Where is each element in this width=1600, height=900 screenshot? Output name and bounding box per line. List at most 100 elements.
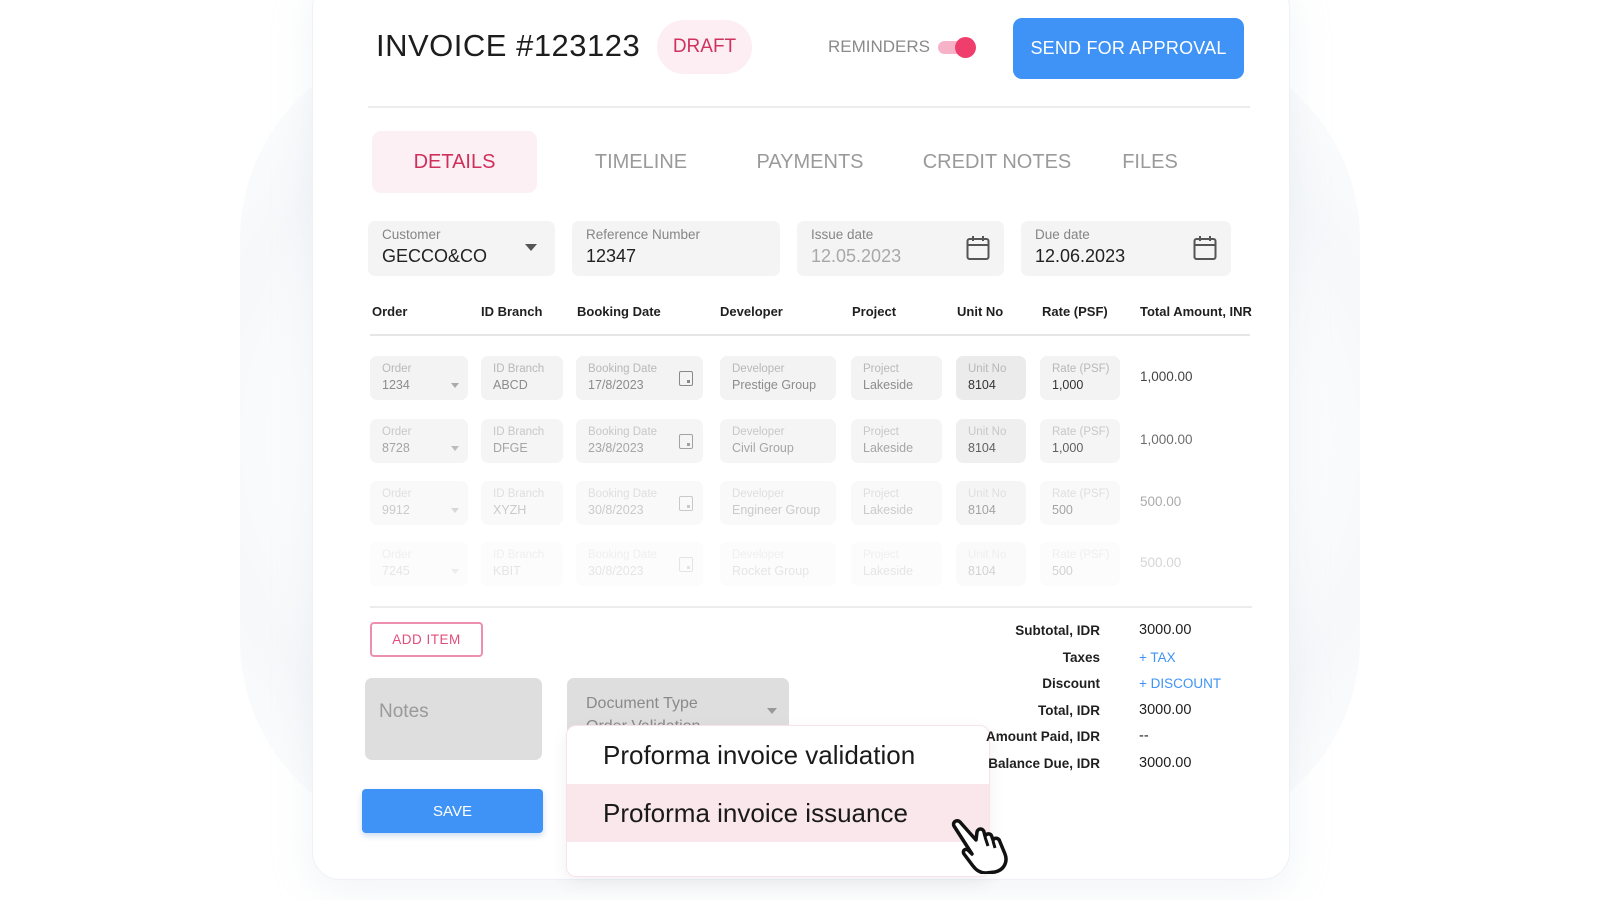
row-total-amount: 1,000.00 [1140, 432, 1193, 447]
unit-no-field[interactable]: Unit No 8104 [956, 419, 1026, 463]
cell-label: ID Branch [493, 426, 545, 438]
booking-date-field[interactable]: Booking Date 23/8/2023 [576, 419, 703, 463]
rate-field[interactable]: Rate (PSF) 500 [1040, 481, 1120, 525]
issue-date-value: 12.05.2023 [811, 246, 902, 266]
tab-credit-notes[interactable]: CREDIT NOTES [917, 131, 1077, 193]
order-select[interactable]: Order 9912 [370, 481, 468, 525]
cell-label: Order [382, 488, 412, 500]
column-header-booking-date: Booking Date [577, 304, 661, 319]
cell-value: 17/8/2023 [588, 378, 644, 392]
cell-value: 8104 [968, 564, 996, 578]
send-for-approval-button[interactable]: SEND FOR APPROVAL [1013, 18, 1244, 79]
tab-timeline[interactable]: TIMELINE [580, 131, 702, 193]
id-branch-field[interactable]: ID Branch XYZH [481, 481, 563, 525]
add-discount-link[interactable]: + DISCOUNT [1139, 676, 1221, 691]
calendar-icon[interactable] [966, 235, 990, 261]
calendar-icon[interactable] [1193, 235, 1217, 261]
tab-details[interactable]: DETAILS [372, 131, 537, 193]
amount-paid-label: Amount Paid, IDR [986, 729, 1100, 744]
cell-label: Booking Date [588, 488, 658, 500]
cell-value: 500 [1052, 503, 1073, 517]
developer-field[interactable]: Developer Prestige Group [720, 356, 836, 400]
calendar-icon[interactable] [679, 434, 693, 449]
project-field[interactable]: Project Lakeside [851, 481, 942, 525]
notes-input[interactable]: Notes [365, 678, 542, 760]
chevron-down-icon [451, 383, 459, 388]
row-total-amount: 500.00 [1140, 494, 1182, 509]
tab-files[interactable]: FILES [1115, 131, 1185, 193]
cell-label: Project [863, 363, 899, 375]
column-header-project: Project [852, 304, 897, 319]
cell-value: 500 [1052, 564, 1073, 578]
cell-value: 8104 [968, 503, 996, 517]
table-row: Order 9912 ID Branch XYZH Booking Date 3… [0, 481, 1600, 525]
chevron-down-icon [451, 446, 459, 451]
id-branch-field[interactable]: ID Branch DFGE [481, 419, 563, 463]
divider [370, 606, 1252, 608]
column-header-id-branch: ID Branch [481, 304, 543, 319]
calendar-icon[interactable] [679, 496, 693, 511]
status-badge: DRAFT [657, 20, 752, 74]
document-type-label: Document Type [586, 695, 698, 712]
column-header-order: Order [372, 304, 408, 319]
tab-payments[interactable]: PAYMENTS [745, 131, 875, 193]
table-row: Order 7245 ID Branch KBIT Booking Date 3… [0, 542, 1600, 586]
cell-value: 8104 [968, 441, 996, 455]
chevron-down-icon [525, 244, 537, 251]
cell-value: Prestige Group [732, 378, 817, 392]
notes-placeholder: Notes [379, 701, 429, 722]
cell-value: Engineer Group [732, 503, 821, 517]
total-label: Total, IDR [1038, 703, 1100, 718]
rate-field[interactable]: Rate (PSF) 1,000 [1040, 356, 1120, 400]
unit-no-field[interactable]: Unit No 8104 [956, 542, 1026, 586]
add-item-button[interactable]: ADD ITEM [370, 622, 483, 657]
booking-date-field[interactable]: Booking Date 30/8/2023 [576, 542, 703, 586]
reference-number-field[interactable]: Reference Number 12347 [572, 221, 780, 276]
rate-field[interactable]: Rate (PSF) 500 [1040, 542, 1120, 586]
cell-value: Lakeside [863, 503, 914, 517]
reminders-toggle[interactable] [938, 37, 976, 58]
booking-date-field[interactable]: Booking Date 30/8/2023 [576, 481, 703, 525]
cell-label: Unit No [968, 549, 1007, 561]
reference-value: 12347 [586, 246, 637, 266]
add-tax-link[interactable]: + TAX [1139, 650, 1176, 665]
unit-no-field[interactable]: Unit No 8104 [956, 481, 1026, 525]
project-field[interactable]: Project Lakeside [851, 542, 942, 586]
due-date-label: Due date [1035, 227, 1090, 242]
booking-date-field[interactable]: Booking Date 17/8/2023 [576, 356, 703, 400]
order-select[interactable]: Order 8728 [370, 419, 468, 463]
order-select[interactable]: Order 7245 [370, 542, 468, 586]
id-branch-field[interactable]: ID Branch ABCD [481, 356, 563, 400]
cell-value: Rocket Group [732, 564, 810, 578]
id-branch-field[interactable]: ID Branch KBIT [481, 542, 563, 586]
cell-label: Booking Date [588, 363, 658, 375]
project-field[interactable]: Project Lakeside [851, 419, 942, 463]
developer-field[interactable]: Developer Civil Group [720, 419, 836, 463]
unit-no-field[interactable]: Unit No 8104 [956, 356, 1026, 400]
dropdown-option-proforma-issuance[interactable]: Proforma invoice issuance [567, 784, 989, 842]
issue-date-field[interactable]: Issue date 12.05.2023 [797, 221, 1004, 276]
calendar-icon[interactable] [679, 557, 693, 572]
cell-label: Rate (PSF) [1052, 549, 1110, 561]
cell-value: 23/8/2023 [588, 441, 644, 455]
cell-label: Developer [732, 426, 785, 438]
cell-value: 30/8/2023 [588, 564, 644, 578]
customer-value: GECCO&CO [382, 246, 488, 266]
document-type-select[interactable]: Document Type Order Validation [567, 678, 789, 730]
cell-label: Booking Date [588, 549, 658, 561]
reference-label: Reference Number [586, 227, 701, 242]
cell-label: Project [863, 426, 899, 438]
order-select[interactable]: Order 1234 [370, 356, 468, 400]
save-button[interactable]: SAVE [362, 789, 543, 833]
developer-field[interactable]: Developer Rocket Group [720, 542, 836, 586]
due-date-field[interactable]: Due date 12.06.2023 [1021, 221, 1231, 276]
hand-pointer-cursor-icon [951, 819, 1008, 874]
developer-field[interactable]: Developer Engineer Group [720, 481, 836, 525]
project-field[interactable]: Project Lakeside [851, 356, 942, 400]
cell-value: Civil Group [732, 441, 794, 455]
column-header-unit-no: Unit No [957, 304, 1004, 319]
calendar-icon[interactable] [679, 371, 693, 386]
customer-select[interactable]: Customer GECCO&CO [368, 221, 555, 276]
cell-value: 7245 [382, 564, 410, 578]
rate-field[interactable]: Rate (PSF) 1,000 [1040, 419, 1120, 463]
